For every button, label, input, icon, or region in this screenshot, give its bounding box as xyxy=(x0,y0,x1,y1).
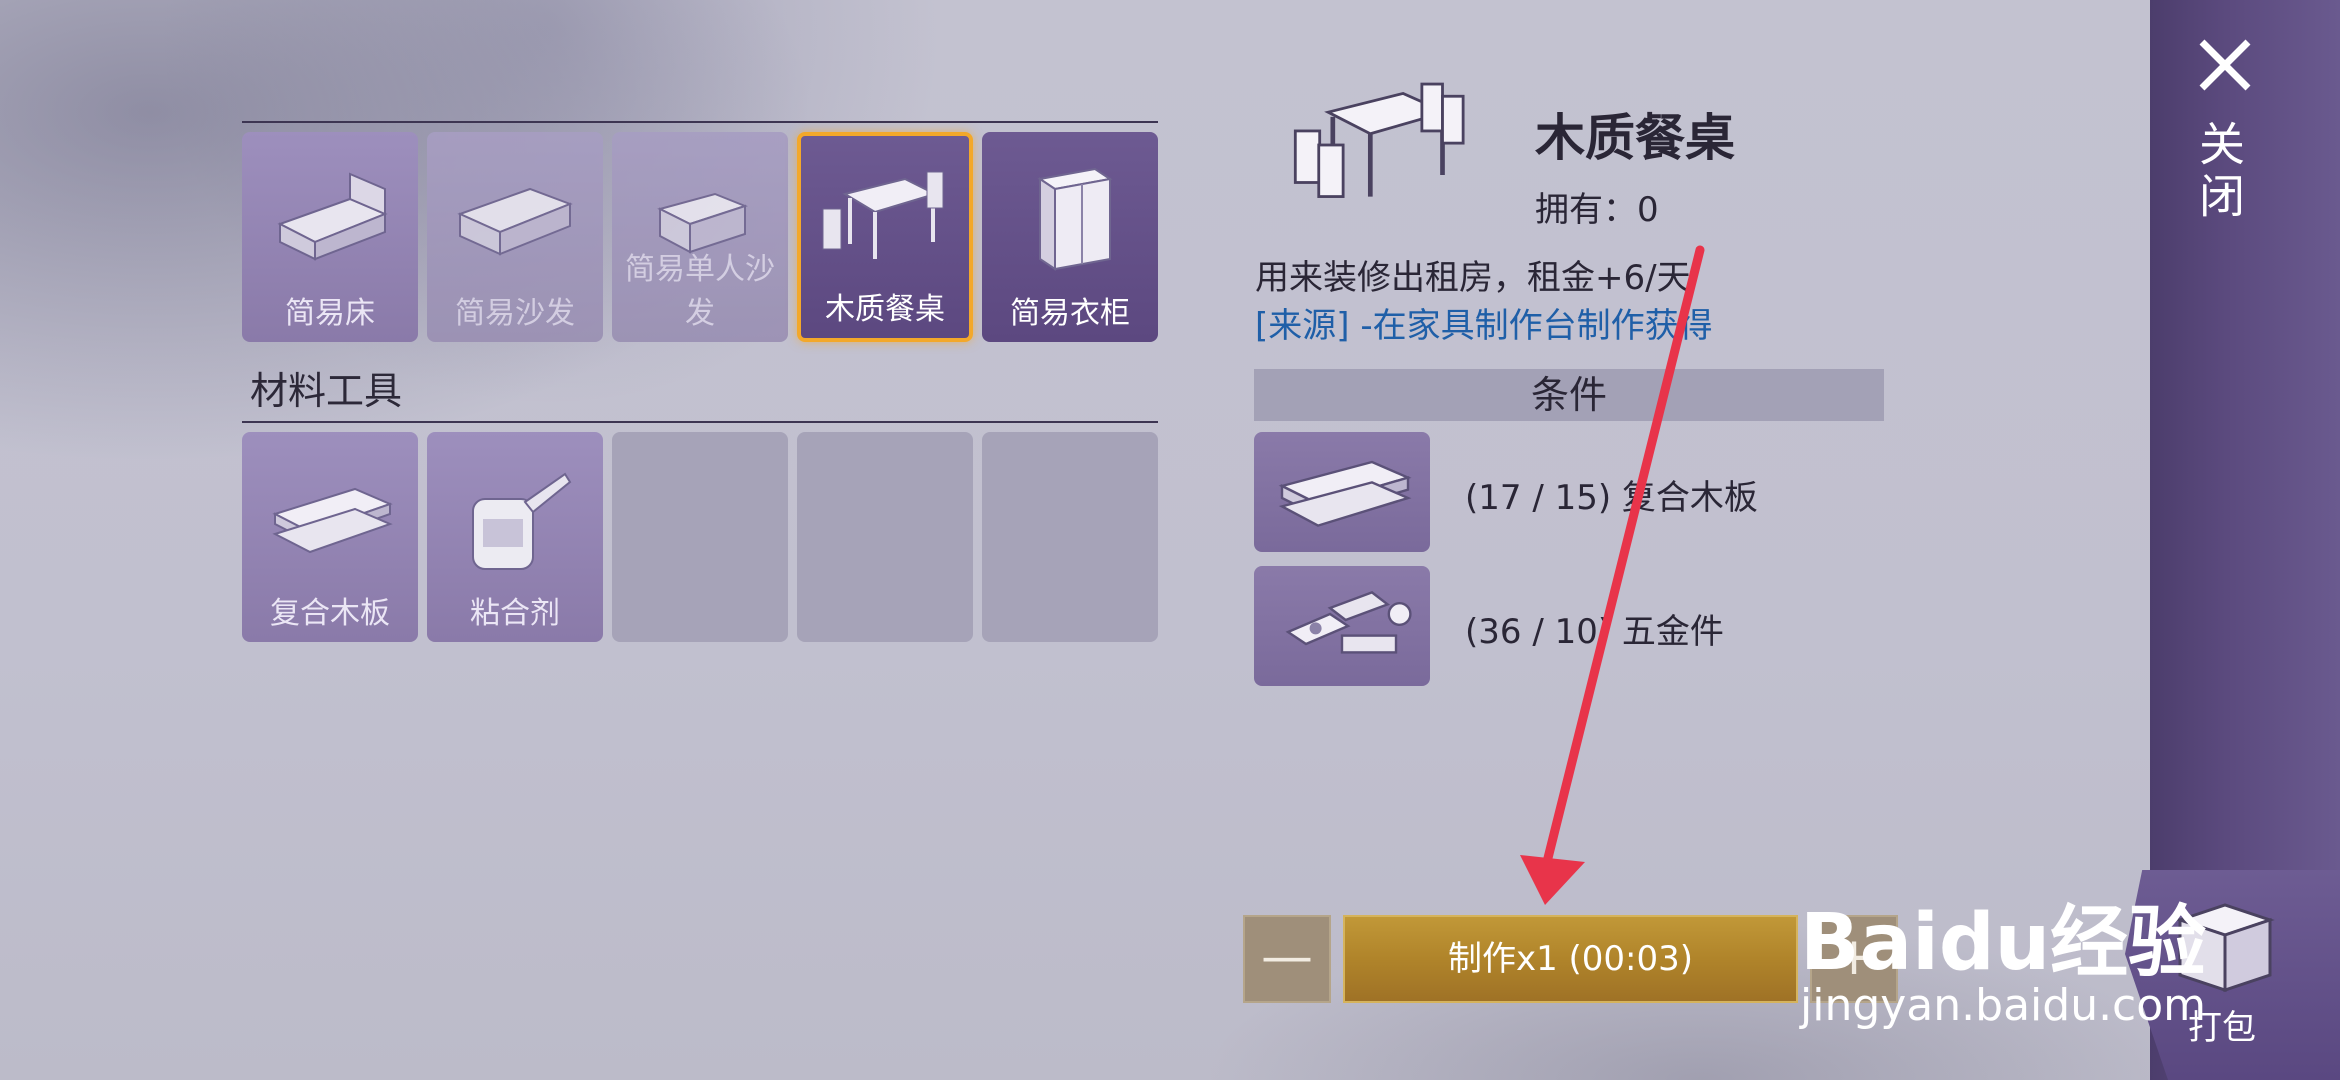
decrease-quantity-button[interactable]: — xyxy=(1243,915,1331,1003)
item-label: 复合木板 xyxy=(270,596,390,631)
item-tile-wardrobe[interactable]: 简易衣柜 xyxy=(982,132,1158,342)
close-icon xyxy=(2199,39,2251,91)
requirement-icon-plywood xyxy=(1254,432,1430,552)
glue-icon xyxy=(472,472,572,570)
item-source: [来源] -在家具制作台制作获得 xyxy=(1255,306,1713,346)
item-label: 简易床 xyxy=(285,296,375,331)
watermark-brand: Baidu经验 xyxy=(1800,898,2207,988)
item-label: 粘合剂 xyxy=(470,596,560,631)
section-title-materials: 材料工具 xyxy=(250,369,403,413)
detail-item-name: 木质餐桌 xyxy=(1535,109,1735,167)
owned-count: 拥有：0 xyxy=(1535,182,1659,231)
requirement-plywood: (17 / 15) 复合木板 xyxy=(1465,478,1758,518)
item-label: 木质餐桌 xyxy=(825,292,945,327)
item-tile-dining-table[interactable]: 木质餐桌 xyxy=(797,132,973,342)
hardware-icon xyxy=(1285,591,1412,654)
sofa-icon xyxy=(457,187,573,256)
close-label: 关闭 xyxy=(2192,120,2246,224)
plywood-icon xyxy=(272,487,393,554)
materials-divider xyxy=(242,421,1158,423)
item-tile-plywood[interactable]: 复合木板 xyxy=(242,432,418,642)
item-tile-bed[interactable]: 简易床 xyxy=(242,132,418,342)
wardrobe-icon xyxy=(1037,167,1113,271)
requirement-icon-hardware xyxy=(1254,566,1430,686)
item-label: 简易单人沙发 xyxy=(625,252,775,331)
bed-icon xyxy=(277,172,388,261)
item-description: 用来装修出租房，租金+6/天 xyxy=(1255,258,1691,298)
furniture-divider xyxy=(242,121,1158,123)
detail-item-image xyxy=(1293,82,1465,198)
watermark-url: jingyan.baidu.com xyxy=(1800,980,2207,1031)
plywood-icon xyxy=(1278,460,1412,527)
conditions-header: 条件 xyxy=(1254,369,1884,421)
craft-button[interactable]: 制作x1 (00:03) xyxy=(1343,915,1798,1003)
empty-slot xyxy=(612,432,788,642)
item-label: 简易沙发 xyxy=(455,296,575,331)
item-label: 简易衣柜 xyxy=(1010,296,1130,331)
empty-slot xyxy=(797,432,973,642)
item-tile-sofa[interactable]: 简易沙发 xyxy=(427,132,603,342)
owned-value: 0 xyxy=(1637,190,1659,230)
item-tile-armchair[interactable]: 简易单人沙发 xyxy=(612,132,788,342)
item-tile-glue[interactable]: 粘合剂 xyxy=(427,432,603,642)
dining-table-icon xyxy=(822,171,944,259)
requirement-hardware: (36 / 10) 五金件 xyxy=(1465,612,1724,652)
close-button[interactable]: 关闭 xyxy=(2180,30,2290,230)
owned-label: 拥有： xyxy=(1535,190,1637,230)
empty-slot xyxy=(982,432,1158,642)
